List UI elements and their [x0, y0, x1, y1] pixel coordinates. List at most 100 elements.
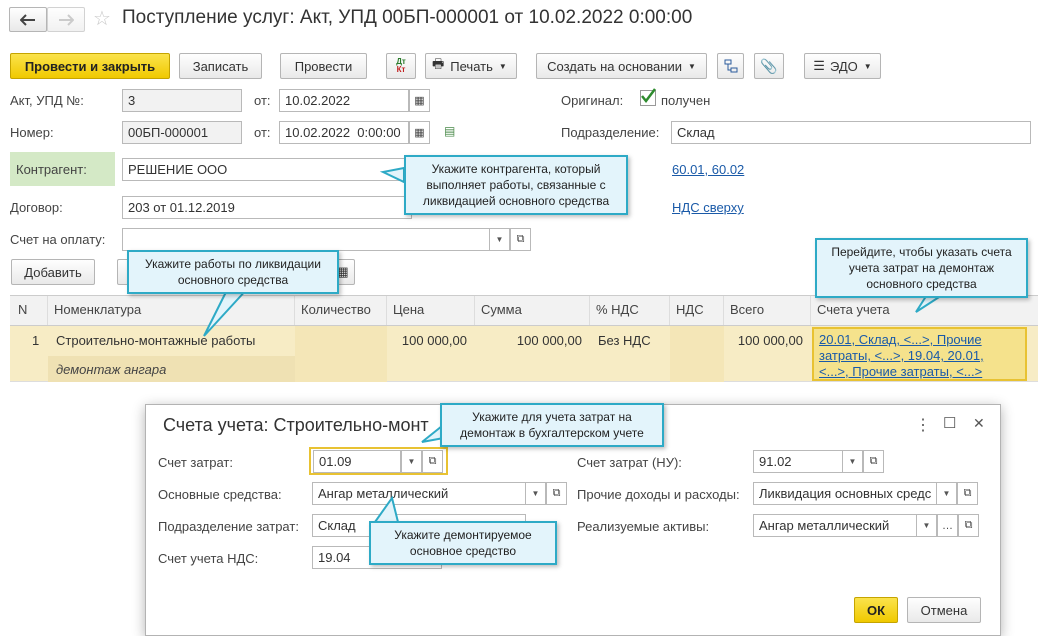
row-accounts-cell[interactable]: 20.01, Склад, <...>, Прочие затраты, <..…: [812, 327, 1027, 381]
calendar-icon[interactable]: ▦: [409, 89, 430, 112]
accounts-line-1: 20.01, Склад, <...>, Прочие: [819, 332, 982, 347]
edo-label: ЭДО: [829, 58, 858, 74]
more-icon[interactable]: ⋮: [915, 415, 931, 435]
history-icon[interactable]: ▤: [444, 124, 455, 138]
row-number: 1: [32, 333, 40, 348]
cost-account-field[interactable]: 01.09: [313, 450, 401, 473]
chevron-down-icon: ▼: [498, 61, 507, 71]
col-header-accounts[interactable]: Счета учета: [811, 296, 1038, 325]
chevron-down-icon[interactable]: ▼: [936, 482, 957, 505]
asset-callout: Укажите демонтируемое основное средство: [369, 521, 557, 565]
sold-assets-label: Реализуемые активы:: [577, 519, 710, 534]
row-sum[interactable]: 100 000,00: [475, 333, 582, 348]
chevron-down-icon: ▼: [863, 61, 872, 71]
col-header-vat-rate[interactable]: % НДС: [590, 296, 670, 325]
col-header-nomenclature[interactable]: Номенклатура: [48, 296, 295, 325]
counterparty-field[interactable]: РЕШЕНИЕ ООО: [122, 158, 422, 181]
chevron-down-icon[interactable]: ▼: [916, 514, 937, 537]
cost-callout: Укажите для учета затрат на демонтаж в б…: [440, 403, 664, 447]
print-label: Печать: [450, 58, 493, 74]
number-date-field[interactable]: 10.02.2022 0:00:00: [279, 121, 409, 144]
col-header-vat[interactable]: НДС: [670, 296, 724, 325]
other-income-field[interactable]: Ликвидация основных средс: [753, 482, 937, 505]
select-icon[interactable]: …: [937, 514, 958, 537]
row-vat-rate[interactable]: Без НДС: [598, 333, 651, 348]
edo-button[interactable]: ☰ ЭДО ▼: [804, 53, 881, 79]
structure-icon: [724, 59, 737, 73]
paperclip-icon: 📎: [760, 57, 778, 74]
counterparty-callout: Укажите контрагента, который выполняет р…: [404, 155, 628, 215]
structure-icon-button[interactable]: [717, 53, 744, 79]
fixed-assets-field[interactable]: Ангар металлический: [312, 482, 526, 505]
accounts-line-2: затраты, <...>, 19.04, 20.01,: [819, 348, 984, 363]
row-price[interactable]: 100 000,00: [387, 333, 467, 348]
chevron-down-icon[interactable]: ▼: [525, 482, 546, 505]
invoice-field[interactable]: [122, 228, 490, 251]
row-content[interactable]: демонтаж ангара: [56, 362, 166, 377]
chevron-down-icon: ▼: [687, 61, 696, 71]
open-icon[interactable]: ⧉: [422, 450, 443, 473]
checkmark-icon: [641, 88, 656, 104]
ok-button[interactable]: ОК: [854, 597, 898, 623]
printer-icon: 🖶: [432, 56, 445, 71]
other-income-label: Прочие доходы и расходы:: [577, 487, 740, 502]
arrow-left-icon: [20, 13, 35, 26]
original-checkbox[interactable]: [640, 88, 656, 106]
original-checkbox-text: получен: [661, 93, 711, 108]
col-header-price[interactable]: Цена: [387, 296, 475, 325]
add-button[interactable]: Добавить: [11, 259, 95, 285]
sold-assets-field[interactable]: Ангар металлический: [753, 514, 917, 537]
post-button[interactable]: Провести: [280, 53, 367, 79]
cost-division-label: Подразделение затрат:: [158, 519, 299, 534]
quantity-cell-bg: [295, 326, 387, 382]
maximize-icon[interactable]: ☐: [943, 414, 956, 432]
contract-label: Договор:: [10, 200, 63, 215]
act-number-field[interactable]: 3: [122, 89, 242, 112]
act-date-field[interactable]: 10.02.2022: [279, 89, 409, 112]
open-icon[interactable]: ⧉: [863, 450, 884, 473]
chevron-down-icon[interactable]: ▼: [401, 450, 422, 473]
invoice-label: Счет на оплату:: [10, 232, 106, 247]
attach-button[interactable]: 📎: [754, 53, 784, 79]
tax-cost-field[interactable]: 91.02: [753, 450, 843, 473]
star-icon[interactable]: ☆: [93, 6, 111, 31]
dtkt-button[interactable]: Дт Кт: [386, 53, 416, 79]
print-button[interactable]: 🖶 Печать ▼: [425, 53, 517, 79]
accounts-link[interactable]: 60.01, 60.02: [672, 162, 744, 177]
open-icon[interactable]: ⧉: [958, 514, 979, 537]
chevron-down-icon[interactable]: ▼: [489, 228, 510, 251]
vat-account-label: Счет учета НДС:: [158, 551, 259, 566]
forward-button[interactable]: [47, 7, 85, 32]
number-date-label: от:: [254, 125, 271, 140]
tax-cost-label: Счет затрат (НУ):: [577, 455, 682, 470]
open-icon[interactable]: ⧉: [957, 482, 978, 505]
kt-text: Кт: [396, 65, 406, 74]
contract-field[interactable]: 203 от 01.12.2019: [122, 196, 412, 219]
number-field[interactable]: 00БП-000001: [122, 121, 242, 144]
division-field[interactable]: Склад: [671, 121, 1031, 144]
col-header-n[interactable]: N: [10, 296, 48, 325]
vat-on-top-link[interactable]: НДС сверху: [672, 200, 744, 215]
col-header-sum[interactable]: Сумма: [475, 296, 590, 325]
arrow-right-icon: [59, 13, 74, 26]
chevron-down-icon[interactable]: ▼: [842, 450, 863, 473]
cost-account-label: Счет затрат:: [158, 455, 233, 470]
col-header-total[interactable]: Всего: [724, 296, 811, 325]
row-nomenclature[interactable]: Строительно-монтажные работы: [56, 333, 255, 348]
cancel-button[interactable]: Отмена: [907, 597, 981, 623]
open-icon[interactable]: ⧉: [546, 482, 567, 505]
counterparty-label: Контрагент:: [16, 162, 87, 177]
number-label: Номер:: [10, 125, 54, 140]
works-callout: Укажите работы по ликвидации основного с…: [127, 250, 339, 294]
calendar-icon[interactable]: ▦: [409, 121, 430, 144]
edo-icon: ☰: [813, 58, 825, 73]
col-header-quantity[interactable]: Количество: [295, 296, 387, 325]
create-based-on-button[interactable]: Создать на основании ▼: [536, 53, 707, 79]
fixed-assets-label: Основные средства:: [158, 487, 282, 502]
row-total[interactable]: 100 000,00: [724, 333, 803, 348]
back-button[interactable]: [9, 7, 47, 32]
open-icon[interactable]: ⧉: [510, 228, 531, 251]
post-and-close-button[interactable]: Провести и закрыть: [10, 53, 170, 79]
save-button[interactable]: Записать: [179, 53, 262, 79]
close-icon[interactable]: ✕: [973, 415, 985, 432]
